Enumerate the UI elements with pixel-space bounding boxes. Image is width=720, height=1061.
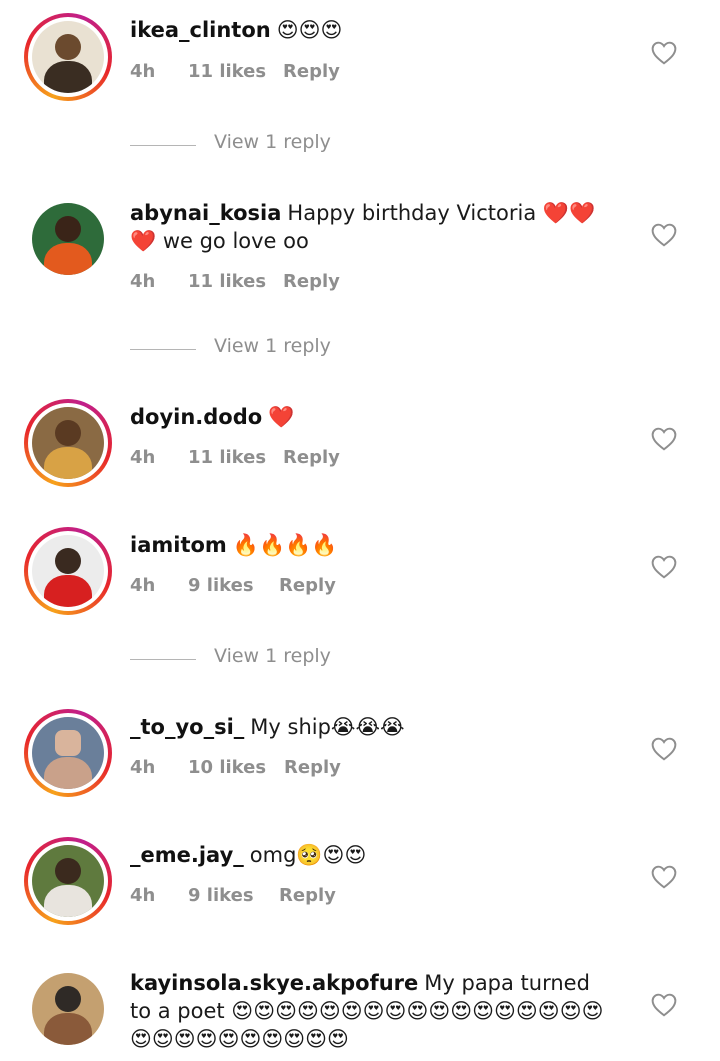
like-heart-icon[interactable] bbox=[651, 427, 677, 451]
comment-text: doyin.dodo ❤️ bbox=[130, 403, 610, 431]
likes-count[interactable]: 9 likes bbox=[188, 575, 254, 596]
username[interactable]: iamitom bbox=[130, 533, 227, 557]
timestamp: 4h bbox=[130, 885, 156, 906]
like-heart-icon[interactable] bbox=[651, 865, 677, 889]
view-replies-label: View 1 reply bbox=[214, 131, 331, 153]
replies-divider bbox=[130, 349, 196, 350]
comment-text: _to_yo_si_ My ship😭😭😭 bbox=[130, 713, 610, 741]
view-replies-button[interactable]: View 1 reply bbox=[130, 335, 430, 363]
reply-button[interactable]: Reply bbox=[284, 757, 341, 778]
like-heart-icon[interactable] bbox=[651, 737, 677, 761]
avatar[interactable] bbox=[24, 13, 112, 101]
like-heart-icon[interactable] bbox=[651, 993, 677, 1017]
comment-text: kayinsola.skye.akpofure My papa turned to… bbox=[130, 969, 610, 1053]
like-heart-icon[interactable] bbox=[651, 41, 677, 65]
replies-divider bbox=[130, 659, 196, 660]
comment-text: abynai_kosia Happy birthday Victoria ❤️❤️… bbox=[130, 199, 610, 255]
username[interactable]: _to_yo_si_ bbox=[130, 715, 244, 739]
username[interactable]: abynai_kosia bbox=[130, 201, 281, 225]
view-replies-button[interactable]: View 1 reply bbox=[130, 645, 430, 673]
replies-divider bbox=[130, 145, 196, 146]
comment-body: ❤️ bbox=[268, 405, 295, 429]
view-replies-label: View 1 reply bbox=[214, 335, 331, 357]
avatar[interactable] bbox=[24, 709, 112, 797]
avatar[interactable] bbox=[24, 527, 112, 615]
timestamp: 4h bbox=[130, 271, 156, 292]
comment-text: _eme.jay_ omg🥺😍😍 bbox=[130, 841, 610, 869]
username[interactable]: _eme.jay_ bbox=[130, 843, 244, 867]
likes-count[interactable]: 11 likes bbox=[188, 447, 266, 468]
view-replies-label: View 1 reply bbox=[214, 645, 331, 667]
avatar[interactable] bbox=[24, 195, 112, 283]
comment-body: My ship😭😭😭 bbox=[250, 715, 405, 739]
timestamp: 4h bbox=[130, 575, 156, 596]
timestamp: 4h bbox=[130, 447, 156, 468]
view-replies-button[interactable]: View 1 reply bbox=[130, 131, 430, 159]
username[interactable]: ikea_clinton bbox=[130, 18, 271, 42]
username[interactable]: kayinsola.skye.akpofure bbox=[130, 971, 418, 995]
timestamp: 4h bbox=[130, 61, 156, 82]
reply-button[interactable]: Reply bbox=[279, 885, 336, 906]
avatar[interactable] bbox=[24, 399, 112, 487]
likes-count[interactable]: 10 likes bbox=[188, 757, 266, 778]
comment-body: omg🥺😍😍 bbox=[249, 843, 367, 867]
likes-count[interactable]: 9 likes bbox=[188, 885, 254, 906]
comment-body: 🔥🔥🔥🔥 bbox=[232, 533, 338, 557]
reply-button[interactable]: Reply bbox=[283, 271, 340, 292]
comment-text: iamitom 🔥🔥🔥🔥 bbox=[130, 531, 610, 559]
likes-count[interactable]: 11 likes bbox=[188, 61, 266, 82]
likes-count[interactable]: 11 likes bbox=[188, 271, 266, 292]
avatar[interactable] bbox=[24, 837, 112, 925]
avatar[interactable] bbox=[24, 965, 112, 1053]
like-heart-icon[interactable] bbox=[651, 555, 677, 579]
comment-body: 😍😍😍 bbox=[276, 18, 343, 42]
timestamp: 4h bbox=[130, 757, 156, 778]
reply-button[interactable]: Reply bbox=[283, 447, 340, 468]
username[interactable]: doyin.dodo bbox=[130, 405, 262, 429]
comment-text: ikea_clinton 😍😍😍 bbox=[130, 16, 610, 44]
reply-button[interactable]: Reply bbox=[283, 61, 340, 82]
like-heart-icon[interactable] bbox=[651, 223, 677, 247]
reply-button[interactable]: Reply bbox=[279, 575, 336, 596]
